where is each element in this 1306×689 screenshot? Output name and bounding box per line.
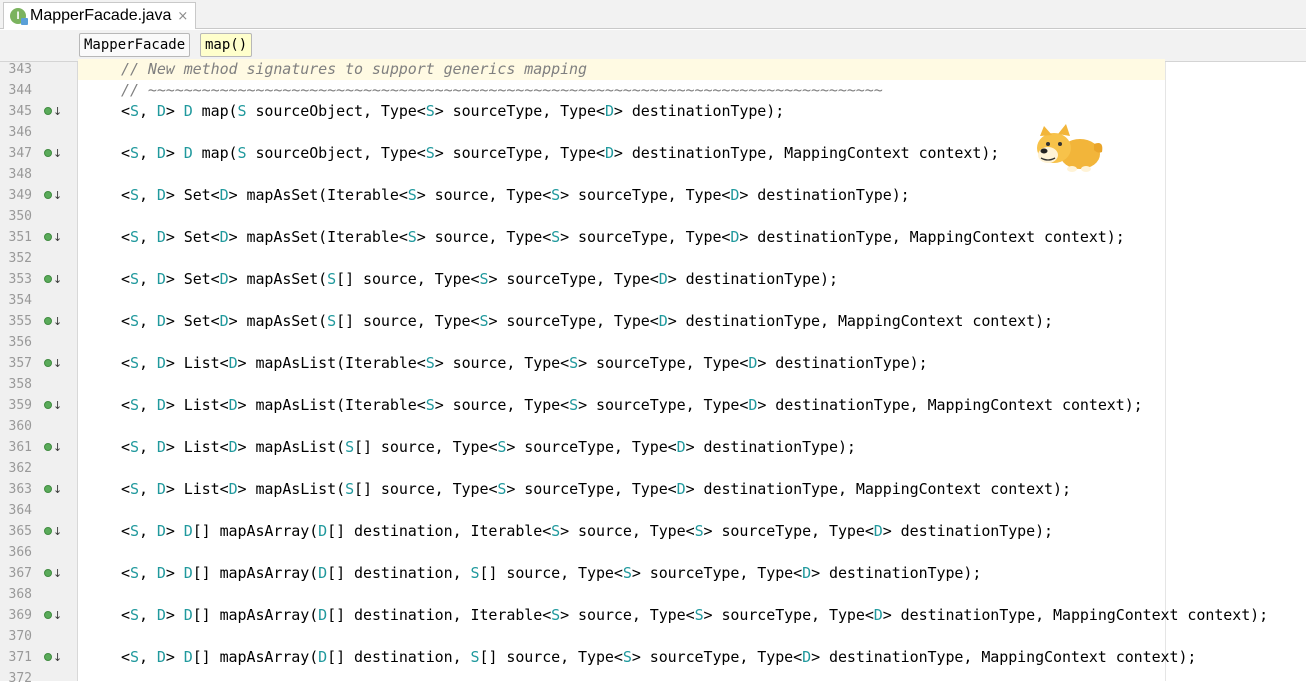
line-number[interactable]: 371 [4, 647, 32, 668]
line-number[interactable]: 351 [4, 227, 32, 248]
code-line: 370 [0, 626, 1306, 647]
implemented-method-icon[interactable]: ↓ [43, 567, 62, 581]
code-line: 359 ↓ <S, D> List<D> mapAsList(Iterable<S>… [0, 395, 1306, 416]
method-signature[interactable]: <S, D> D[] mapAsArray(D[] destination, I… [121, 605, 1268, 626]
line-number[interactable]: 353 [4, 269, 32, 290]
line-number[interactable]: 346 [4, 122, 32, 143]
line-number[interactable]: 348 [4, 164, 32, 185]
line-number[interactable]: 363 [4, 479, 32, 500]
interface-icon: I [10, 8, 28, 25]
line-number[interactable]: 358 [4, 374, 32, 395]
method-signature[interactable]: <S, D> D[] mapAsArray(D[] destination, I… [121, 521, 1053, 542]
tab-title: MapperFacade.java [30, 7, 172, 24]
line-number[interactable]: 361 [4, 437, 32, 458]
code-line: 367 ↓ <S, D> D[] mapAsArray(D[] destinatio… [0, 563, 1306, 584]
line-number[interactable]: 345 [4, 101, 32, 122]
line-number[interactable]: 365 [4, 521, 32, 542]
line-number[interactable]: 354 [4, 290, 32, 311]
implemented-method-icon[interactable]: ↓ [43, 189, 62, 203]
method-signature[interactable]: <S, D> List<D> mapAsList(S[] source, Typ… [121, 437, 856, 458]
code-line: 352 [0, 248, 1306, 269]
implemented-method-icon[interactable]: ↓ [43, 273, 62, 287]
code-line: 358 [0, 374, 1306, 395]
code-line: 364 [0, 500, 1306, 521]
line-number[interactable]: 368 [4, 584, 32, 605]
line-number[interactable]: 359 [4, 395, 32, 416]
code-line: 354 [0, 290, 1306, 311]
code-line: 345 ↓ <S, D> D map(S sourceObject, Type<S>… [0, 101, 1306, 122]
line-number[interactable]: 355 [4, 311, 32, 332]
editor-tab-bar: I MapperFacade.java × [0, 0, 1306, 29]
implemented-method-icon[interactable]: ↓ [43, 357, 62, 371]
line-number[interactable]: 367 [4, 563, 32, 584]
tab-mapperfacade-java[interactable]: I MapperFacade.java × [3, 2, 196, 29]
line-number[interactable]: 343 [4, 59, 32, 80]
implemented-method-icon[interactable]: ↓ [43, 231, 62, 245]
code-line: 363 ↓ <S, D> List<D> mapAsList(S[] source,… [0, 479, 1306, 500]
implemented-method-icon[interactable]: ↓ [43, 105, 62, 119]
code-line: 346 [0, 122, 1306, 143]
code-line: 348 [0, 164, 1306, 185]
line-number[interactable]: 360 [4, 416, 32, 437]
line-number[interactable]: 362 [4, 458, 32, 479]
breadcrumb: MapperFacade map() [0, 30, 1306, 62]
implemented-method-icon[interactable]: ↓ [43, 441, 62, 455]
line-number[interactable]: 370 [4, 626, 32, 647]
method-signature[interactable]: <S, D> D[] mapAsArray(D[] destination, S… [121, 563, 981, 584]
close-icon[interactable]: × [177, 9, 188, 24]
code-line: 366 [0, 542, 1306, 563]
method-signature[interactable]: <S, D> List<D> mapAsList(S[] source, Typ… [121, 479, 1071, 500]
code-line: 356 [0, 332, 1306, 353]
line-number[interactable]: 350 [4, 206, 32, 227]
breadcrumb-item-class[interactable]: MapperFacade [79, 33, 191, 57]
code-line: 351 ↓ <S, D> Set<D> mapAsSet(Iterable<S> s… [0, 227, 1306, 248]
method-signature[interactable]: <S, D> Set<D> mapAsSet(Iterable<S> sourc… [121, 227, 1125, 248]
code-line: 350 [0, 206, 1306, 227]
implemented-method-icon[interactable]: ↓ [43, 609, 62, 623]
line-number[interactable]: 349 [4, 185, 32, 206]
implemented-method-icon[interactable]: ↓ [43, 399, 62, 413]
code-line: 347 ↓ <S, D> D map(S sourceObject, Type<S>… [0, 143, 1306, 164]
code-line: 357 ↓ <S, D> List<D> mapAsList(Iterable<S>… [0, 353, 1306, 374]
line-number[interactable]: 357 [4, 353, 32, 374]
implemented-method-icon[interactable]: ↓ [43, 525, 62, 539]
code-line: 368 [0, 584, 1306, 605]
line-number[interactable]: 372 [4, 668, 32, 689]
code-line: 349 ↓ <S, D> Set<D> mapAsSet(Iterable<S> s… [0, 185, 1306, 206]
implemented-method-icon[interactable]: ↓ [43, 147, 62, 161]
line-number[interactable]: 369 [4, 605, 32, 626]
line-number[interactable]: 352 [4, 248, 32, 269]
implemented-method-icon[interactable]: ↓ [43, 651, 62, 665]
breadcrumb-item-method[interactable]: map() [200, 33, 253, 57]
method-signature[interactable]: <S, D> Set<D> mapAsSet(S[] source, Type<… [121, 269, 838, 290]
code-comment[interactable]: // New method signatures to support gene… [121, 59, 587, 80]
method-signature[interactable]: <S, D> D map(S sourceObject, Type<S> sou… [121, 101, 784, 122]
code-line: 343 // New method signatures to support g… [0, 59, 1306, 80]
doge-sticker [1037, 124, 1103, 172]
code-line: 355 ↓ <S, D> Set<D> mapAsSet(S[] source, T… [0, 311, 1306, 332]
code-line: 344 // ~~~~~~~~~~~~~~~~~~~~~~~~~~~~~~~~~~… [0, 80, 1306, 101]
code-line: 360 [0, 416, 1306, 437]
line-number[interactable]: 366 [4, 542, 32, 563]
implemented-method-icon[interactable]: ↓ [43, 483, 62, 497]
line-number[interactable]: 347 [4, 143, 32, 164]
code-line: 365 ↓ <S, D> D[] mapAsArray(D[] destinatio… [0, 521, 1306, 542]
code-line: 361 ↓ <S, D> List<D> mapAsList(S[] source,… [0, 437, 1306, 458]
method-signature[interactable]: <S, D> D[] mapAsArray(D[] destination, S… [121, 647, 1196, 668]
line-number[interactable]: 356 [4, 332, 32, 353]
code-line: 372 [0, 668, 1306, 689]
method-signature[interactable]: <S, D> List<D> mapAsList(Iterable<S> sou… [121, 353, 928, 374]
code-line: 371 ↓ <S, D> D[] mapAsArray(D[] destinatio… [0, 647, 1306, 668]
code-comment[interactable]: // ~~~~~~~~~~~~~~~~~~~~~~~~~~~~~~~~~~~~~… [121, 80, 883, 101]
code-line: 353 ↓ <S, D> Set<D> mapAsSet(S[] source, T… [0, 269, 1306, 290]
implemented-method-icon[interactable]: ↓ [43, 315, 62, 329]
method-signature[interactable]: <S, D> Set<D> mapAsSet(S[] source, Type<… [121, 311, 1053, 332]
line-number[interactable]: 344 [4, 80, 32, 101]
code-line: 369 ↓ <S, D> D[] mapAsArray(D[] destinatio… [0, 605, 1306, 626]
line-number[interactable]: 364 [4, 500, 32, 521]
method-signature[interactable]: <S, D> D map(S sourceObject, Type<S> sou… [121, 143, 999, 164]
method-signature[interactable]: <S, D> List<D> mapAsList(Iterable<S> sou… [121, 395, 1143, 416]
method-signature[interactable]: <S, D> Set<D> mapAsSet(Iterable<S> sourc… [121, 185, 910, 206]
code-line: 362 [0, 458, 1306, 479]
